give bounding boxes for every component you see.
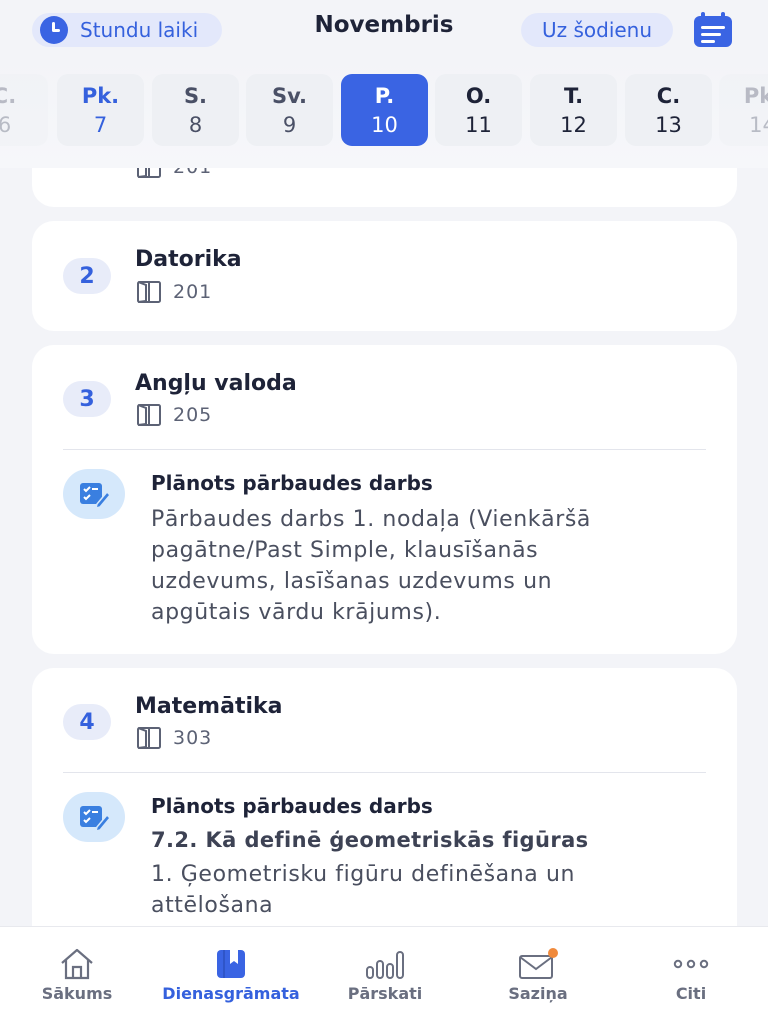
day-item-10-selected[interactable]: P. 10 [341, 74, 428, 146]
lesson-room: 205 [135, 403, 212, 427]
nav-more[interactable]: Citi [614, 927, 768, 1024]
day-name: C. [656, 84, 681, 108]
day-number: 12 [560, 113, 587, 137]
home-icon [61, 948, 93, 980]
day-number: 10 [371, 113, 398, 137]
test-description: 1. Ģeometrisku figūru definēšana un attē… [151, 859, 691, 921]
test-icon [63, 792, 125, 842]
more-icon [673, 959, 709, 969]
reports-icon [366, 951, 404, 979]
day-item-7[interactable]: Pk. 7 [57, 74, 144, 146]
test-description-line: uzdevums, lasīšanas uzdevums un [151, 569, 553, 594]
lesson-number-badge: 3 [63, 381, 111, 417]
lesson-card-4[interactable]: 4 Matemātika 303 Plānots pārbaudes darbs… [32, 668, 737, 968]
divider [63, 772, 706, 773]
lesson-number-badge: 4 [63, 704, 111, 740]
day-number: 9 [282, 113, 297, 137]
day-item-8[interactable]: S. 8 [152, 74, 239, 146]
lesson-subject: Datorika [135, 247, 242, 272]
mail-icon [519, 948, 558, 979]
today-button[interactable]: Uz šodienu [521, 13, 673, 47]
calendar-icon[interactable] [692, 12, 734, 48]
test-description-line: attēlošana [151, 893, 274, 918]
test-description-line: 1. Ģeometrisku figūru definēšana un [151, 862, 576, 887]
day-name: C. [0, 84, 17, 108]
bottom-navigation: Sākums Dienasgrāmata Pārskati Saziņa Cit… [0, 926, 768, 1024]
lesson-times-label: Stundu laiki [80, 18, 199, 42]
day-item-9[interactable]: Sv. 9 [246, 74, 333, 146]
lesson-card-2[interactable]: 2 Datorika 201 [32, 221, 737, 331]
test-description-line: apgūtais vārdu krājums). [151, 600, 442, 625]
day-name: Pk. [743, 84, 768, 108]
lesson-times-button[interactable]: Stundu laiki [32, 13, 222, 47]
day-item-6[interactable]: C. 6 [0, 74, 48, 146]
lesson-card-3[interactable]: 3 Angļu valoda 205 Plānots pārbaudes dar… [32, 345, 737, 654]
room-number: 205 [173, 404, 213, 426]
nav-label: Citi [675, 984, 707, 1003]
day-number: 14 [749, 113, 768, 137]
door-icon [137, 404, 161, 426]
day-item-14[interactable]: Pk. 14 [719, 74, 768, 146]
nav-messages[interactable]: Saziņa [462, 927, 614, 1024]
test-description-line: Pārbaudes darbs 1. nodaļa (Vienkāršā [151, 507, 592, 532]
nav-label: Saziņa [508, 984, 568, 1003]
day-name: Sv. [271, 84, 308, 108]
room-number: 303 [173, 727, 213, 749]
day-item-12[interactable]: T. 12 [530, 74, 617, 146]
day-number: 11 [465, 113, 492, 137]
day-number: 7 [93, 113, 108, 137]
day-name: Pk. [81, 84, 120, 108]
test-description: Pārbaudes darbs 1. nodaļa (Vienkāršā pag… [151, 504, 691, 628]
lesson-number-badge: 2 [63, 258, 111, 294]
lesson-room: 201 [135, 280, 212, 304]
nav-diary[interactable]: Dienasgrāmata [154, 927, 308, 1024]
day-selector: C. 6 Pk. 7 S. 8 Sv. 9 P. 10 O. 11 T. 12 … [0, 56, 768, 168]
nav-label: Dienasgrāmata [162, 984, 300, 1003]
day-item-11[interactable]: O. 11 [435, 74, 522, 146]
divider [63, 449, 706, 450]
day-name: S. [183, 84, 208, 108]
door-icon [137, 727, 161, 749]
door-icon [137, 281, 161, 303]
day-item-13[interactable]: C. 13 [625, 74, 712, 146]
clock-icon [40, 16, 68, 44]
lesson-room: 303 [135, 726, 212, 750]
diary-icon [217, 950, 245, 978]
nav-home[interactable]: Sākums [0, 927, 154, 1024]
day-name: P. [374, 84, 395, 108]
day-number: 6 [0, 113, 12, 137]
top-bar: Stundu laiki Novembris Uz šodienu [0, 0, 768, 56]
room-number: 201 [173, 281, 213, 303]
test-topic: 7.2. Kā definē ģeometriskās figūras [151, 828, 589, 852]
day-number: 8 [188, 113, 203, 137]
test-title: Plānots pārbaudes darbs [151, 794, 433, 818]
test-title: Plānots pārbaudes darbs [151, 471, 433, 495]
day-number: 13 [655, 113, 682, 137]
lesson-subject: Matemātika [135, 694, 283, 719]
today-label: Uz šodienu [541, 18, 653, 42]
day-name: O. [465, 84, 492, 108]
nav-reports[interactable]: Pārskati [308, 927, 462, 1024]
test-icon [63, 469, 125, 519]
test-description-line: pagātne/Past Simple, klausīšanās [151, 538, 539, 563]
notification-dot [548, 948, 558, 958]
nav-label: Sākums [41, 984, 113, 1003]
month-title[interactable]: Novembris [315, 12, 454, 38]
nav-label: Pārskati [347, 984, 423, 1003]
day-name: T. [563, 84, 584, 108]
lesson-subject: Angļu valoda [135, 371, 297, 396]
